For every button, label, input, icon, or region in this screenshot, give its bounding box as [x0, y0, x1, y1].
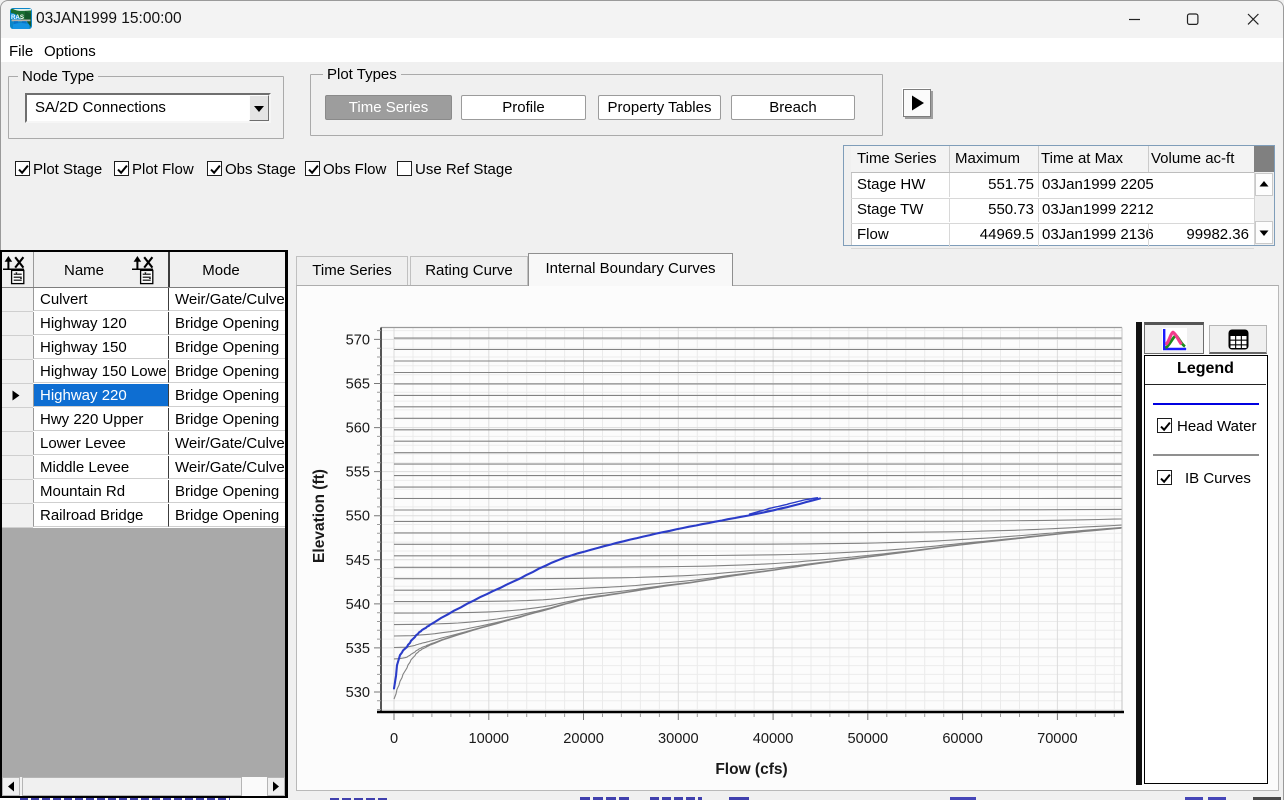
svg-text:560: 560 — [346, 421, 370, 437]
svg-text:50000: 50000 — [848, 731, 889, 747]
svg-text:535: 535 — [346, 641, 370, 657]
svg-text:60000: 60000 — [942, 731, 983, 747]
svg-text:530: 530 — [346, 685, 370, 701]
svg-text:40000: 40000 — [753, 731, 794, 747]
svg-text:570: 570 — [346, 332, 370, 348]
svg-text:565: 565 — [346, 376, 370, 392]
svg-text:Elevation (ft): Elevation (ft) — [311, 469, 328, 563]
svg-text:30000: 30000 — [658, 731, 699, 747]
svg-text:10000: 10000 — [468, 731, 509, 747]
svg-text:550: 550 — [346, 509, 370, 525]
svg-text:0: 0 — [390, 731, 398, 747]
svg-text:540: 540 — [346, 597, 370, 613]
svg-text:20000: 20000 — [563, 731, 604, 747]
svg-text:545: 545 — [346, 553, 370, 569]
svg-text:555: 555 — [346, 465, 370, 481]
svg-text:70000: 70000 — [1037, 731, 1078, 747]
svg-text:Flow (cfs): Flow (cfs) — [715, 761, 787, 778]
